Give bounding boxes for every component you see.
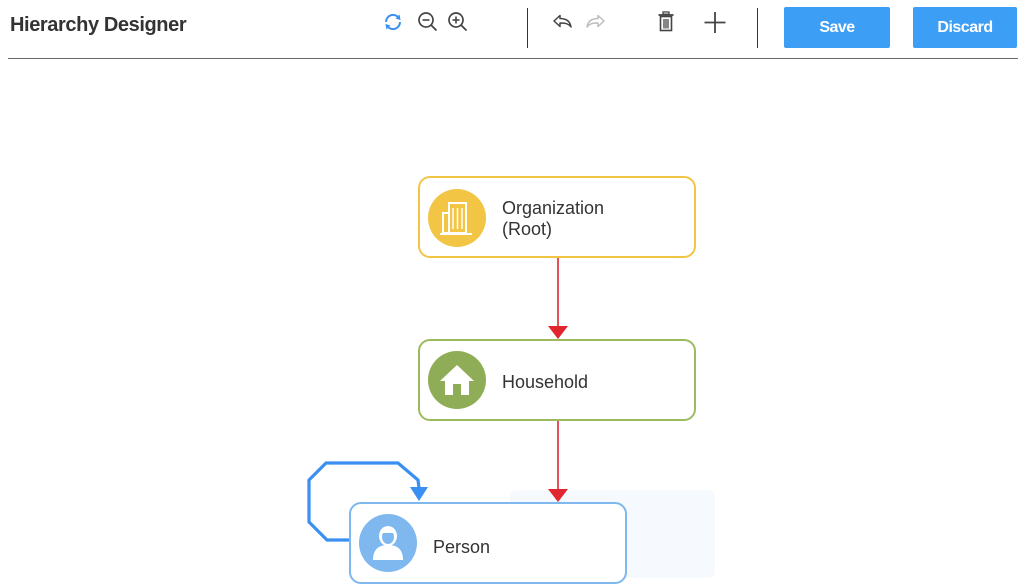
node-label: Person bbox=[433, 537, 491, 557]
person-icon bbox=[359, 514, 417, 572]
node-label-line: Organization bbox=[502, 198, 605, 218]
node-household[interactable]: Household bbox=[418, 339, 696, 421]
node-person[interactable]: Person bbox=[349, 502, 627, 584]
node-label-line: (Root) bbox=[502, 219, 553, 239]
building-icon bbox=[428, 189, 486, 247]
node-label: Household bbox=[502, 372, 589, 392]
house-icon bbox=[428, 351, 486, 409]
edge-household-person bbox=[548, 421, 568, 502]
diagram-edges bbox=[307, 258, 568, 542]
node-label: Organization (Root) bbox=[502, 198, 604, 240]
node-organization[interactable]: Organization (Root) bbox=[418, 176, 696, 258]
edge-organization-household bbox=[548, 258, 568, 339]
